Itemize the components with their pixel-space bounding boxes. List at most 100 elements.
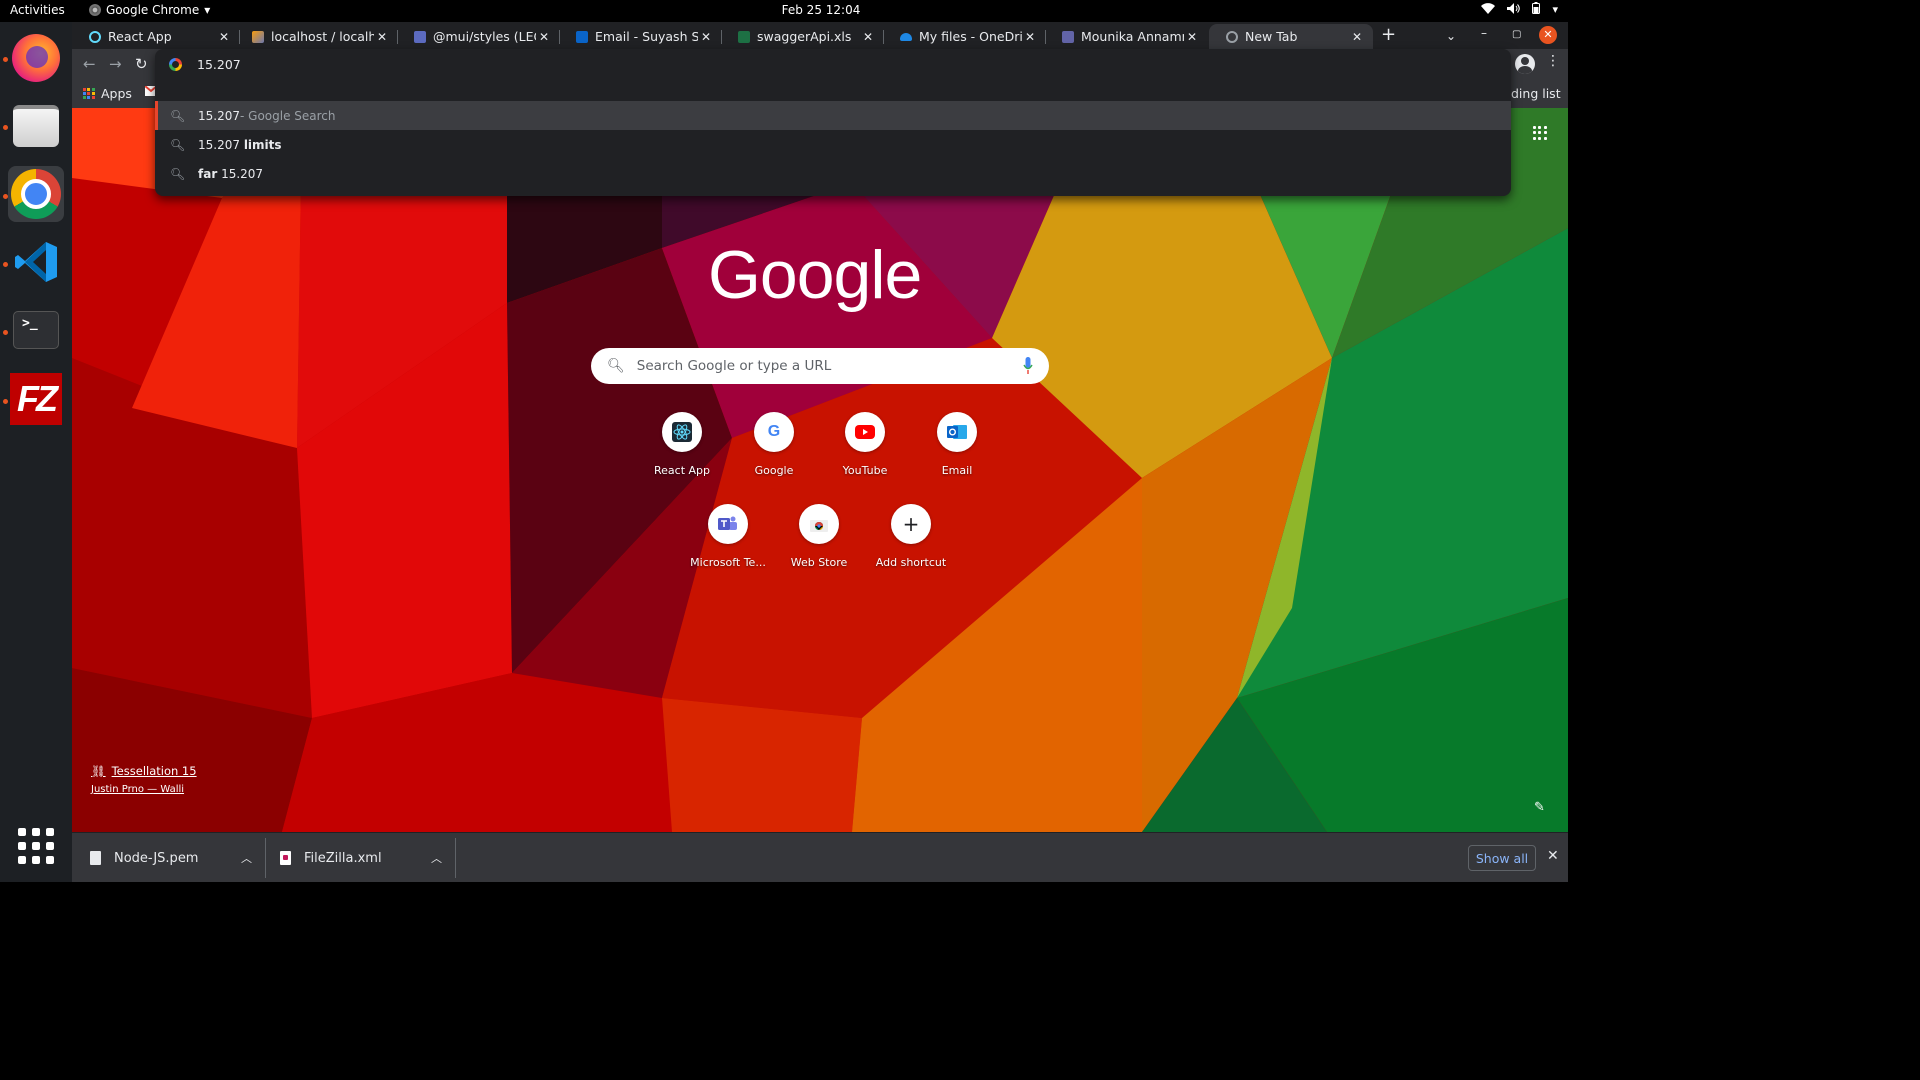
mui-icon	[414, 30, 426, 43]
shortcut-react-app[interactable]: React App	[636, 412, 728, 477]
selected-row-accent	[155, 101, 158, 130]
reload-icon[interactable]: ↻	[135, 55, 148, 73]
tab-title: New Tab	[1245, 29, 1298, 44]
dock-filezilla[interactable]: FZ	[8, 371, 64, 427]
filezilla-icon: FZ	[10, 373, 62, 425]
suggestion-far[interactable]: 🔍︎ far 15.207	[155, 159, 1511, 188]
suggestion-google-search[interactable]: 🔍︎ 15.207 - Google Search	[155, 101, 1511, 130]
tab-teams[interactable]: Mounika Annamnen ✕	[1045, 24, 1208, 49]
react-icon	[89, 30, 101, 43]
window-close-icon[interactable]: ✕	[1539, 26, 1557, 44]
plus-icon: +	[891, 504, 931, 544]
tab-email[interactable]: Email - Suyash Shen ✕	[559, 24, 722, 49]
shortcut-microsoft-teams[interactable]: Microsoft Te...	[682, 504, 774, 569]
omnibox-input[interactable]: 15.207	[155, 49, 1511, 79]
tab-title: Mounika Annamnen	[1081, 29, 1184, 44]
dock-vscode[interactable]	[8, 234, 64, 290]
tab-search-chevron-icon[interactable]: ⌄	[1446, 29, 1456, 43]
close-icon[interactable]: ✕	[536, 30, 552, 44]
background-attribution-author[interactable]: Justin Prno — Walli	[91, 784, 184, 795]
omnibox-popup: 15.207 🔍︎ 15.207 - Google Search 🔍︎ 15.2…	[155, 49, 1511, 196]
bookmark-apps[interactable]: Apps	[83, 86, 132, 101]
terminal-icon: >_	[13, 311, 59, 349]
system-tray[interactable]: ▾	[1481, 2, 1558, 17]
forward-arrow-icon[interactable]: →	[109, 55, 122, 73]
suggestion-text: 15.207	[198, 137, 244, 152]
clock[interactable]: Feb 25 12:04	[0, 3, 1642, 17]
close-icon[interactable]: ✕	[1349, 30, 1365, 44]
reading-list[interactable]: ding list	[1511, 86, 1561, 101]
dock-files[interactable]	[8, 98, 64, 154]
close-icon[interactable]: ✕	[216, 30, 232, 44]
new-tab-plus-icon[interactable]: +	[1381, 24, 1396, 45]
tab-title: My files - OneDrive	[919, 29, 1022, 44]
tab-title: @mui/styles (LEGACY	[433, 29, 536, 44]
teams-icon	[708, 504, 748, 544]
volume-icon	[1507, 2, 1521, 17]
download-item-filezilla-xml[interactable]: FileZilla.xml ︿	[280, 833, 452, 883]
close-icon[interactable]: ✕	[1022, 30, 1038, 44]
reading-list-label: ding list	[1511, 86, 1561, 101]
tab-new-tab[interactable]: New Tab ✕	[1209, 24, 1373, 49]
google-apps-icon[interactable]	[1533, 126, 1547, 140]
search-icon: 🔍︎	[607, 358, 625, 374]
dock-firefox[interactable]	[8, 30, 64, 86]
tab-title: swaggerApi.xls	[757, 29, 852, 44]
close-icon[interactable]: ✕	[1184, 30, 1200, 44]
tab-mui-styles[interactable]: @mui/styles (LEGACY ✕	[397, 24, 560, 49]
tab-title: localhost / localhost	[271, 29, 374, 44]
dock-terminal[interactable]: >_	[8, 302, 64, 358]
outlook-icon	[937, 412, 977, 452]
close-icon[interactable]: ✕	[1547, 848, 1559, 864]
xml-file-icon	[280, 851, 291, 865]
tab-localhost[interactable]: localhost / localhost ✕	[235, 24, 398, 49]
close-icon[interactable]: ✕	[698, 30, 714, 44]
shortcut-youtube[interactable]: YouTube	[819, 412, 911, 477]
outlook-icon	[576, 30, 588, 43]
tab-strip: React App ✕ localhost / localhost ✕ @mui…	[72, 22, 1568, 49]
file-icon	[90, 851, 101, 865]
tab-react-app[interactable]: React App ✕	[72, 24, 240, 49]
shortcut-label: React App	[653, 464, 710, 477]
google-logo: Google	[708, 237, 922, 313]
suggestion-bold: far	[198, 166, 218, 181]
shortcut-label: Web Store	[790, 556, 848, 569]
download-shelf: Node-JS.pem ︿ FileZilla.xml ︿ Show all ✕	[72, 832, 1568, 882]
download-separator	[265, 838, 266, 878]
react-icon	[662, 412, 702, 452]
webstore-icon	[799, 504, 839, 544]
battery-icon	[1532, 2, 1541, 17]
youtube-icon	[845, 412, 885, 452]
close-icon[interactable]: ✕	[374, 30, 390, 44]
chrome-icon	[11, 169, 61, 219]
ntp-search-box[interactable]: 🔍︎ Search Google or type a URL	[591, 348, 1049, 384]
background-attribution-title[interactable]: ⛓︎ Tessellation 15	[91, 764, 197, 778]
chevron-up-icon[interactable]: ︿	[241, 850, 252, 866]
suggestion-limits[interactable]: 🔍︎ 15.207 limits	[155, 130, 1511, 159]
search-icon: 🔍︎	[170, 166, 186, 181]
chrome-window: React App ✕ localhost / localhost ✕ @mui…	[72, 22, 1568, 882]
back-arrow-icon[interactable]: ←	[83, 55, 96, 73]
show-applications-icon[interactable]	[18, 828, 54, 864]
suggestion-text: 15.207	[198, 108, 240, 123]
close-icon[interactable]: ✕	[860, 30, 876, 44]
microphone-icon[interactable]	[1023, 357, 1033, 375]
shortcut-add[interactable]: + Add shortcut	[865, 504, 957, 569]
kebab-menu-icon[interactable]: ⋮	[1546, 53, 1560, 69]
shortcut-web-store[interactable]: Web Store	[773, 504, 865, 569]
download-item-node-js-pem[interactable]: Node-JS.pem ︿	[90, 833, 262, 883]
download-separator	[455, 838, 456, 878]
shortcut-email[interactable]: Email	[911, 412, 1003, 477]
show-all-button[interactable]: Show all	[1468, 845, 1536, 871]
dock-chrome[interactable]	[8, 166, 64, 222]
chevron-up-icon[interactable]: ︿	[431, 850, 442, 866]
shortcut-google[interactable]: G Google	[728, 412, 820, 477]
tab-swagger-xls[interactable]: swaggerApi.xls ✕	[721, 24, 884, 49]
restore-icon[interactable]: ▢	[1512, 29, 1521, 40]
minimize-icon[interactable]: –	[1481, 26, 1487, 40]
customize-pencil-icon[interactable]: ✎	[1534, 800, 1545, 815]
files-icon	[13, 105, 59, 147]
profile-button[interactable]	[1515, 54, 1535, 74]
tab-onedrive[interactable]: My files - OneDrive ✕	[883, 24, 1046, 49]
suggestion-bold: limits	[243, 137, 282, 152]
